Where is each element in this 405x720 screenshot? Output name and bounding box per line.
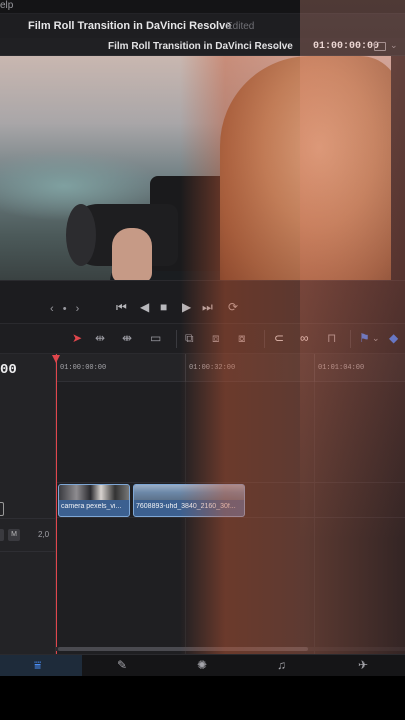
letterbox-bar — [0, 676, 405, 720]
playhead[interactable] — [52, 354, 60, 654]
loop-icon[interactable]: ⟳ — [228, 300, 238, 314]
overwrite-icon[interactable]: ⧈ — [212, 331, 220, 345]
mute-button[interactable]: M — [8, 529, 20, 541]
menu-bar: elp — [0, 0, 405, 14]
page-navigation: ⩸ ✎ ✺ ♫ ✈ — [0, 654, 405, 677]
dynamic-trim-icon[interactable]: ⇼ — [122, 331, 132, 345]
fusion-page-icon[interactable]: ✎ — [117, 658, 127, 672]
solo-button[interactable] — [0, 529, 4, 541]
chevron-down-icon[interactable]: ⌄ — [372, 331, 380, 345]
edit-toolbar: ➤ ⇹ ⇼ ▭ ⧉ ⧈ ⧇ ⊂ ∞ ⊓ ⚑ ⌄ ◆ — [0, 324, 405, 354]
transport-controls: ‹ • › ⏮ ◀ ■ ▶ ⏭ ⟳ — [0, 280, 405, 324]
viewer-layout-icon[interactable] — [374, 42, 386, 51]
selection-icon[interactable]: ➤ — [72, 331, 82, 345]
color-page-icon[interactable]: ✺ — [197, 658, 207, 672]
clip-thumbnail — [134, 485, 244, 500]
timeline-scrollbar[interactable] — [56, 647, 405, 651]
audio-level: 2,0 — [38, 530, 50, 539]
flag-icon[interactable]: ⚑ — [359, 331, 370, 345]
viewer-header: Film Roll Transition in DaVinci Resolve … — [0, 38, 405, 56]
ruler-label: 01:01:04:00 — [318, 364, 365, 372]
clip-name: camera pexels_vi... — [61, 503, 122, 510]
project-title: Film Roll Transition in DaVinci Resolve — [28, 20, 232, 32]
track-headers: 00 M 2,0 — [0, 354, 56, 654]
skip-forward-icon[interactable]: ⏭ — [202, 300, 213, 314]
deliver-page-icon[interactable]: ✈ — [358, 658, 368, 672]
play-icon[interactable]: ▶ — [182, 300, 191, 314]
blade-icon[interactable]: ▭ — [150, 331, 161, 345]
step-back-icon[interactable]: ◀ — [140, 300, 149, 314]
snap-icon[interactable]: ⊂ — [274, 331, 284, 345]
track-toggle[interactable] — [0, 502, 4, 516]
playhead-handle[interactable] — [52, 355, 60, 363]
project-status: Edited — [226, 21, 255, 32]
menu-item-help[interactable]: elp — [0, 0, 13, 12]
lock-icon[interactable]: ⊓ — [327, 331, 336, 345]
timeline-clip[interactable]: camera pexels_vi... — [58, 484, 130, 517]
timeline-panel: 00 M 2,0 01:00:00:00 01:00:32:00 01:01:0… — [0, 354, 405, 654]
fairlight-page-icon[interactable]: ♫ — [277, 658, 286, 672]
jog-control[interactable]: ‹ • › — [50, 303, 82, 315]
viewer-timecode[interactable]: 01:00:00:00 — [313, 41, 379, 52]
trim-icon[interactable]: ⇹ — [95, 331, 105, 345]
ruler-label: 01:00:00:00 — [60, 364, 107, 372]
insert-icon[interactable]: ⧉ — [185, 331, 194, 345]
timeline-ruler[interactable]: 01:00:00:00 01:00:32:00 01:01:04:00 — [56, 354, 405, 382]
ruler-label: 01:00:32:00 — [189, 364, 236, 372]
skip-back-icon[interactable]: ⏮ — [116, 300, 127, 314]
link-icon[interactable]: ∞ — [300, 331, 309, 345]
edit-page-icon[interactable]: ⩸ — [34, 658, 41, 672]
viewer-timeline-name[interactable]: Film Roll Transition in DaVinci Resolve — [108, 41, 293, 52]
clip-name: 7608893-uhd_3840_2160_30f... — [136, 503, 236, 510]
timeline-clip[interactable]: 7608893-uhd_3840_2160_30f... — [133, 484, 245, 517]
chevron-down-icon[interactable]: ⌄ — [390, 40, 398, 51]
scrollbar-thumb[interactable] — [58, 647, 308, 651]
project-title-bar: Film Roll Transition in DaVinci Resolve … — [0, 14, 405, 38]
clip-thumbnail — [59, 485, 129, 500]
chevron-down-icon[interactable]: ⌄ — [272, 40, 280, 51]
stop-icon[interactable]: ■ — [160, 300, 167, 314]
replace-icon[interactable]: ⧇ — [238, 331, 246, 345]
video-preview — [0, 56, 391, 280]
timeline-timecode[interactable]: 00 — [0, 362, 17, 378]
marker-icon[interactable]: ◆ — [389, 331, 398, 345]
resolve-window: elp Film Roll Transition in DaVinci Reso… — [0, 0, 405, 720]
audio-track-header: M 2,0 — [0, 518, 56, 552]
